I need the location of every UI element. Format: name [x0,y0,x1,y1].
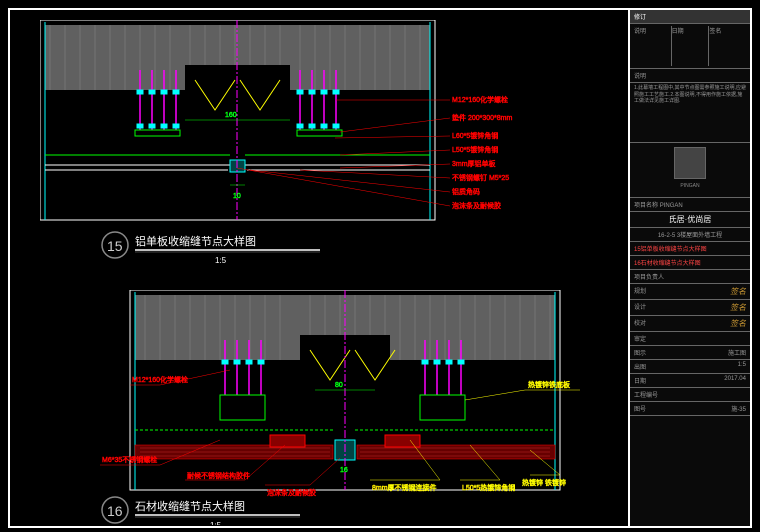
revision-header: 修订 [630,10,750,24]
drawing-area[interactable]: 160 10 M12*160化学螺栓 垫件 200*300*8mm L60*5镀… [8,8,632,528]
svg-text:M12*160化学螺栓: M12*160化学螺栓 [132,375,188,384]
svg-text:垫件 200*300*8mm: 垫件 200*300*8mm [452,113,512,122]
sheet-title-2: 16石材收缩缝节点大样图 [630,256,750,270]
svg-text:16: 16 [107,503,123,519]
tb-field: 审定 [630,332,750,346]
svg-text:不锈钢螺钉 M5*25: 不锈钢螺钉 M5*25 [452,173,509,182]
svg-text:热镀锌 铁镀锌: 热镀锌 铁镀锌 [522,478,566,487]
svg-text:80: 80 [335,382,343,389]
cad-viewport: 160 10 M12*160化学螺栓 垫件 200*300*8mm L60*5镀… [0,0,760,532]
svg-text:铝质角码: 铝质角码 [452,187,480,196]
detail-15: 160 10 M12*160化学螺栓 垫件 200*300*8mm L60*5镀… [40,20,600,270]
svg-text:L50*5镀锌角钢: L50*5镀锌角钢 [452,145,498,154]
notes-text: 1.此幕墙工程图中,其中节点图需参照施工说明,应避照施工工艺施工.2.本图说明,… [630,83,750,143]
title-block-fields: 项目负责人规划签名设计签名校对签名审定图示施工图出图1:5日期2017.04工程… [630,270,750,416]
svg-text:泡沫条及耐候胶: 泡沫条及耐候胶 [452,201,501,210]
tb-field: 图号施-35 [630,402,750,416]
tb-field: 规划签名 [630,284,750,300]
svg-text:16: 16 [340,467,348,474]
svg-text:8mm厚不锈钢连接件: 8mm厚不锈钢连接件 [372,483,437,492]
notes-title: 说明 [630,69,750,83]
title-block: 修订 说明 日期 签名 说明 1.此幕墙工程图中,其中节点图需参照施工说明,应避… [628,8,752,528]
svg-text:石材收缩缝节点大样图: 石材收缩缝节点大样图 [135,499,245,513]
svg-text:1:5: 1:5 [210,521,222,525]
tb-field: 项目负责人 [630,270,750,284]
svg-text:L50*5热镀锌角钢: L50*5热镀锌角钢 [462,483,515,492]
company-logo [674,147,706,179]
tb-field: 校对签名 [630,316,750,332]
svg-text:15: 15 [107,238,123,254]
tb-field: 图示施工图 [630,346,750,360]
tb-field: 日期2017.04 [630,374,750,388]
sheet-title-1: 15铝单板收缩缝节点大样图 [630,242,750,256]
tb-field: 工程编号 [630,388,750,402]
svg-text:M6*35不锈钢螺栓: M6*35不锈钢螺栓 [102,455,157,464]
svg-text:泡沫条及耐候胶: 泡沫条及耐候胶 [267,488,316,497]
svg-text:热镀锌铁底板: 热镀锌铁底板 [528,380,570,389]
svg-text:1:5: 1:5 [215,256,227,265]
svg-text:耐候不锈钢结构胶件: 耐候不锈钢结构胶件 [187,471,250,480]
detail-16: 80 16 M12*160化学螺栓 M6*35不锈钢螺栓 耐候不锈钢结构胶件 泡… [70,290,630,525]
svg-text:10: 10 [233,193,241,200]
svg-text:铝单板收缩缝节点大样图: 铝单板收缩缝节点大样图 [135,234,256,248]
svg-text:160: 160 [225,112,237,119]
tb-field: 出图1:5 [630,360,750,374]
svg-text:3mm厚铝单板: 3mm厚铝单板 [452,159,496,168]
svg-text:L60*5镀锌角钢: L60*5镀锌角钢 [452,131,498,140]
tb-field: 设计签名 [630,300,750,316]
svg-text:M12*160化学螺栓: M12*160化学螺栓 [452,95,508,104]
